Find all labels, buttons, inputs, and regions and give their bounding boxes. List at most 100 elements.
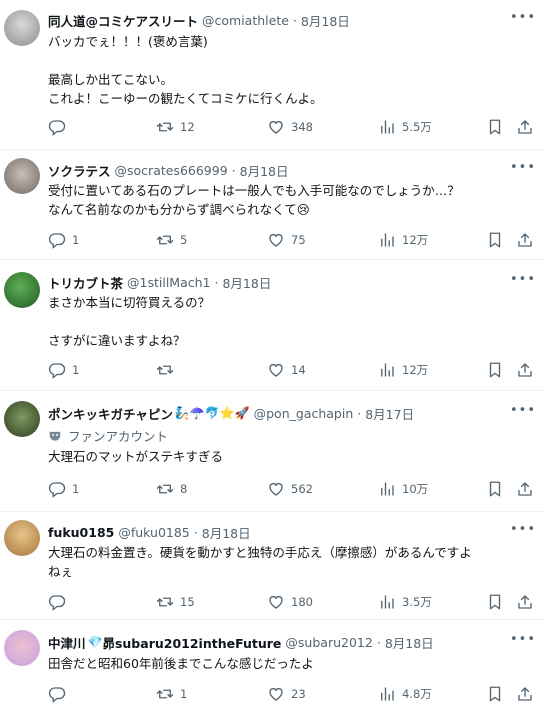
share-icon — [516, 685, 534, 703]
more-icon[interactable]: ••• — [510, 403, 536, 418]
timestamp[interactable]: 8月18日 — [202, 523, 251, 542]
like-icon — [267, 685, 285, 703]
retweet-button[interactable]: 15 — [156, 592, 195, 612]
avatar[interactable] — [4, 520, 40, 556]
retweet-button[interactable]: 5 — [156, 230, 187, 250]
like-count: 562 — [291, 482, 313, 496]
views-icon — [378, 231, 396, 249]
reply-item[interactable]: 同人道@コミケアスリート @comiathlete · 8月18日 ••• バッ… — [0, 0, 546, 150]
display-name[interactable]: ソクラテス — [48, 161, 111, 180]
share-button[interactable] — [516, 592, 534, 612]
reply-button[interactable] — [48, 117, 72, 137]
user-handle[interactable]: @1stillMach1 — [127, 275, 210, 290]
community-label[interactable]: ファンアカウント — [48, 426, 168, 445]
views-button[interactable]: 12万 — [378, 360, 428, 380]
share-button[interactable] — [516, 479, 534, 499]
share-button[interactable] — [516, 117, 534, 137]
reply-icon — [48, 593, 66, 611]
separator-dot: · — [292, 12, 297, 28]
like-count: 75 — [291, 233, 306, 247]
like-button[interactable]: 75 — [267, 230, 306, 250]
separator-dot: · — [376, 634, 381, 650]
like-button[interactable]: 14 — [267, 360, 306, 380]
display-name[interactable]: ポンキッキガチャピン — [48, 404, 173, 423]
share-icon — [516, 593, 534, 611]
timestamp[interactable]: 8月18日 — [240, 161, 289, 180]
user-handle[interactable]: @subaru2012 — [285, 635, 372, 650]
reply-button[interactable]: 1 — [48, 479, 79, 499]
bookmark-icon — [486, 480, 504, 498]
reply-item[interactable]: 中津川 💎 昴subaru2012intheFuture @subaru2012… — [0, 620, 546, 709]
like-button[interactable]: 23 — [267, 684, 306, 704]
retweet-button[interactable]: 12 — [156, 117, 195, 137]
bookmark-icon — [486, 361, 504, 379]
reply-item[interactable]: ポンキッキガチャピン 🧞☂️🐬⭐🚀 @pon_gachapin · 8月17日 … — [0, 391, 546, 512]
bookmark-button[interactable] — [486, 117, 504, 137]
avatar[interactable] — [4, 630, 40, 666]
retweet-count: 8 — [180, 482, 188, 496]
reply-item[interactable]: ソクラテス @socrates666999 · 8月18日 ••• 受付に置いて… — [0, 150, 546, 260]
text-line: これよ！こーゆーの観たくてコミケに行くんよ。 — [48, 91, 323, 106]
views-count: 5.5万 — [402, 120, 432, 134]
more-icon[interactable]: ••• — [510, 522, 536, 537]
more-icon[interactable]: ••• — [510, 272, 536, 287]
text-line: なんて名前なのかも分からず調べられなくて😢 — [48, 202, 310, 217]
reply-button[interactable] — [48, 684, 72, 704]
display-name[interactable]: トリカブト茶 — [48, 273, 123, 292]
views-button[interactable]: 10万 — [378, 479, 428, 499]
user-handle[interactable]: @socrates666999 — [115, 163, 228, 178]
avatar[interactable] — [4, 401, 40, 437]
retweet-button[interactable]: 8 — [156, 479, 187, 499]
action-bar: 15 180 3.5万 — [48, 592, 538, 612]
user-handle[interactable]: @comiathlete — [202, 13, 289, 28]
reply-button[interactable]: 1 — [48, 360, 79, 380]
reply-item[interactable]: fuku0185 @fuku0185 · 8月18日 ••• 大理石の料金置き。… — [0, 512, 546, 620]
avatar[interactable] — [4, 10, 40, 46]
views-button[interactable]: 5.5万 — [378, 117, 432, 137]
display-name[interactable]: fuku0185 — [48, 525, 114, 540]
retweet-button[interactable]: 1 — [156, 684, 187, 704]
reply-button[interactable] — [48, 592, 72, 612]
bookmark-button[interactable] — [486, 479, 504, 499]
avatar[interactable] — [4, 158, 40, 194]
more-icon[interactable]: ••• — [510, 160, 536, 175]
retweet-icon — [156, 685, 174, 703]
views-button[interactable]: 3.5万 — [378, 592, 432, 612]
avatar[interactable] — [4, 272, 40, 308]
reply-item[interactable]: トリカブト茶 @1stillMach1 · 8月18日 ••• まさか本当に切符… — [0, 260, 546, 391]
share-button[interactable] — [516, 230, 534, 250]
like-icon — [267, 231, 285, 249]
like-icon — [267, 593, 285, 611]
like-button[interactable]: 562 — [267, 479, 313, 499]
reply-text: 田舎だと昭和60年前後までこんな感じだったよ — [48, 654, 314, 673]
views-count: 10万 — [402, 482, 429, 496]
views-button[interactable]: 12万 — [378, 230, 428, 250]
timestamp[interactable]: 8月18日 — [301, 11, 350, 30]
text-line: 大理石の料金置き。硬貨を動かすと独特の手応え（摩擦感）があるんですよ — [48, 545, 472, 560]
retweet-count: 12 — [180, 120, 195, 134]
bookmark-button[interactable] — [486, 684, 504, 704]
display-name[interactable]: 同人道@コミケアスリート — [48, 11, 198, 30]
timestamp[interactable]: 8月17日 — [365, 404, 414, 423]
like-icon — [267, 118, 285, 136]
timestamp[interactable]: 8月18日 — [385, 633, 434, 652]
share-button[interactable] — [516, 684, 534, 704]
user-handle[interactable]: @fuku0185 — [118, 525, 189, 540]
bookmark-button[interactable] — [486, 230, 504, 250]
more-icon[interactable]: ••• — [510, 632, 536, 647]
like-button[interactable]: 180 — [267, 592, 313, 612]
reply-button[interactable]: 1 — [48, 230, 79, 250]
reply-header: 中津川 💎 昴subaru2012intheFuture @subaru2012… — [48, 632, 434, 652]
bookmark-button[interactable] — [486, 360, 504, 380]
user-handle[interactable]: @pon_gachapin — [254, 406, 354, 421]
retweet-button[interactable] — [156, 360, 180, 380]
timestamp[interactable]: 8月18日 — [222, 273, 271, 292]
display-name[interactable]: 中津川 — [48, 633, 86, 652]
views-button[interactable]: 4.8万 — [378, 684, 432, 704]
more-icon[interactable]: ••• — [510, 10, 536, 25]
reply-text: 大理石の料金置き。硬貨を動かすと独特の手応え（摩擦感）があるんですよ ねぇ — [48, 543, 472, 581]
like-button[interactable]: 348 — [267, 117, 313, 137]
bookmark-button[interactable] — [486, 592, 504, 612]
share-button[interactable] — [516, 360, 534, 380]
display-name-suffix[interactable]: 昴subaru2012intheFuture — [102, 633, 281, 652]
